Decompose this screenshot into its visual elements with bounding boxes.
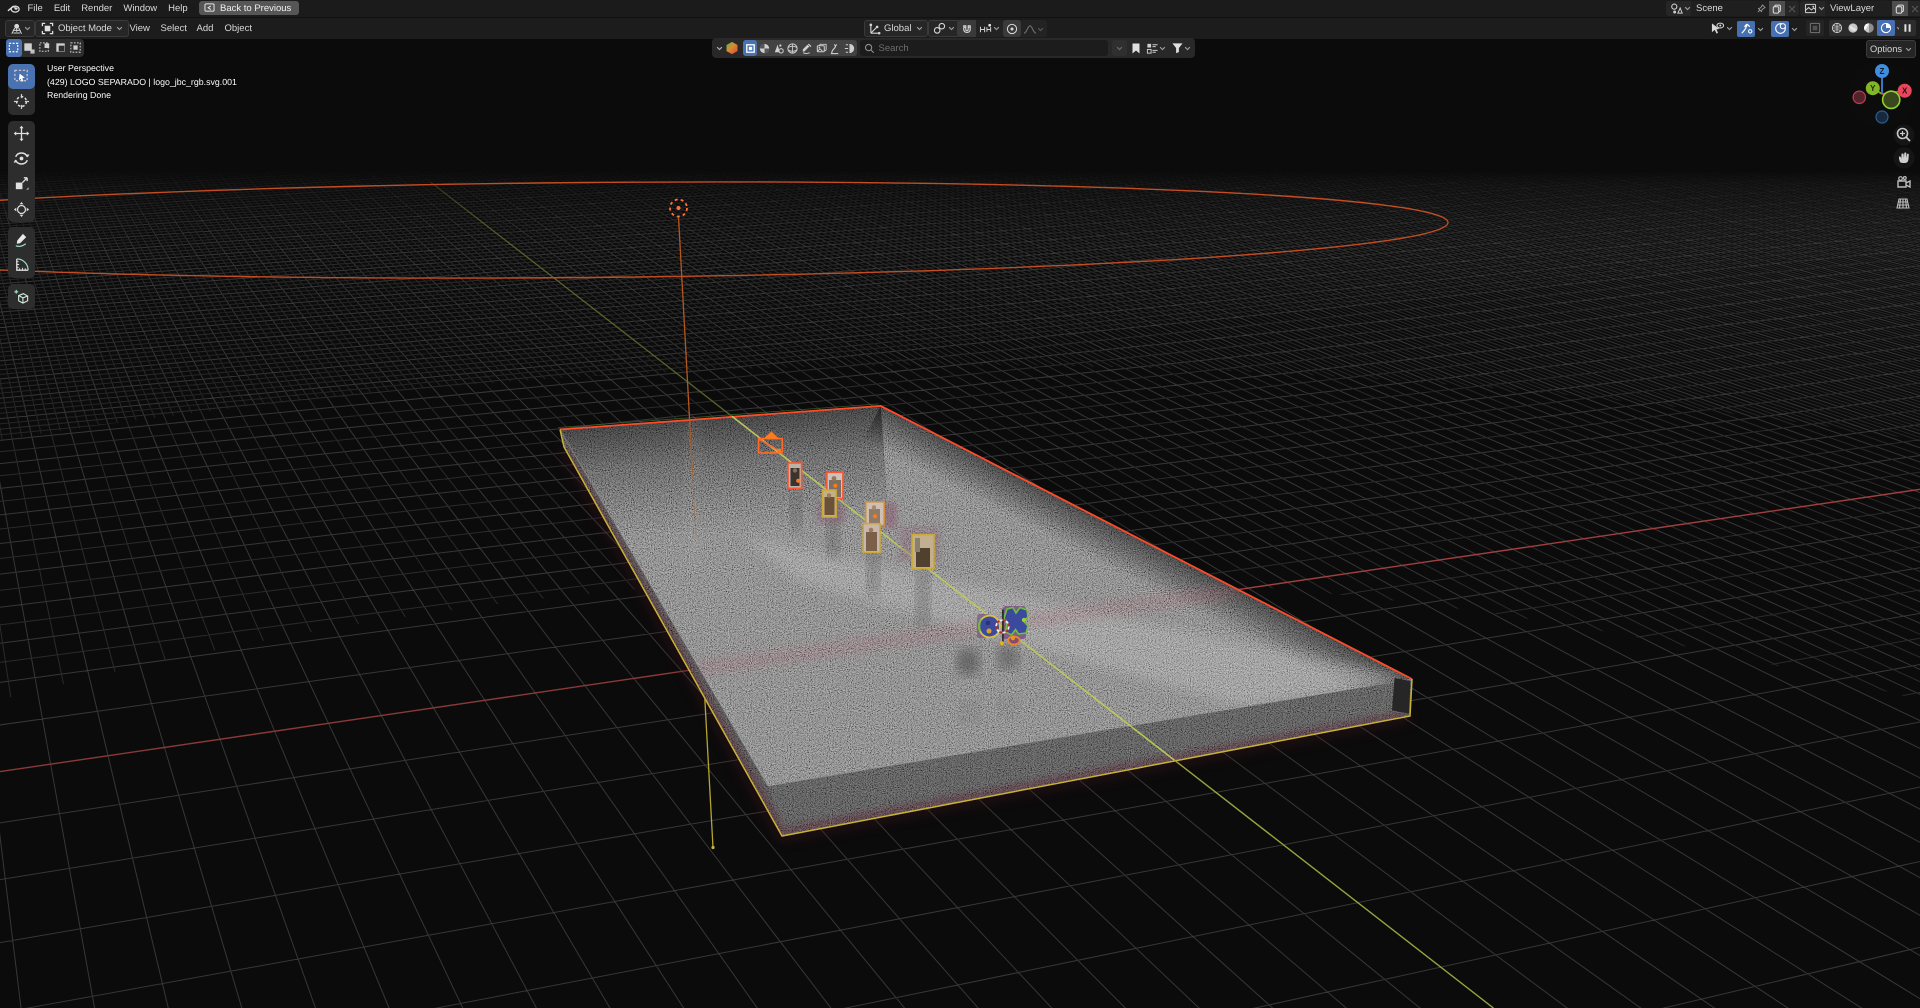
svg-text:Y: Y bbox=[1870, 84, 1876, 93]
svg-text:Z: Z bbox=[1880, 67, 1885, 76]
svg-text:X: X bbox=[1902, 87, 1908, 96]
